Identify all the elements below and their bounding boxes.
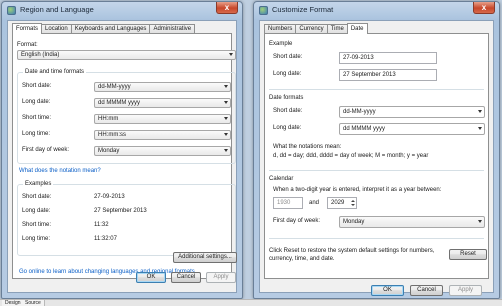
format-value: English (India)	[21, 52, 60, 58]
examples-group-title: Examples	[23, 181, 54, 187]
short-date-dropdown[interactable]: dd-MM-yyyy	[94, 82, 231, 92]
region-title-bar[interactable]: Region and Language x	[2, 2, 242, 19]
reset-description: Click Reset to restore the system defaul…	[269, 248, 435, 262]
spin-up-icon[interactable]	[351, 200, 355, 202]
notation-text: d, dd = day; ddd, dddd = day of week; M …	[273, 153, 429, 159]
region-language-window: Region and Language x Formats Location K…	[1, 1, 243, 299]
tab-formats[interactable]: Formats	[12, 23, 43, 34]
format-short-date-label: Short date:	[273, 108, 303, 114]
cancel-button[interactable]: Cancel	[171, 272, 201, 283]
format-short-date-combo[interactable]: dd-MM-yyyy	[339, 106, 485, 118]
first-day-dropdown[interactable]: Monday	[94, 146, 231, 156]
year-to-stepper[interactable]: 2029	[327, 197, 357, 209]
date-time-group: Date and time formats Short date: dd-MM-…	[17, 69, 236, 164]
example-short-date-field: 27-09-2013	[339, 52, 437, 64]
short-date-label: Short date:	[22, 83, 52, 89]
short-time-value: HH:mm	[98, 116, 119, 122]
customize-client-area: Numbers Currency Time Date Example Short…	[259, 20, 494, 296]
format-long-date-combo[interactable]: dd MMMM yyyy	[339, 123, 485, 135]
example-heading: Example	[269, 41, 293, 47]
year-to-value: 2029	[331, 200, 345, 206]
example-short-date-value: 27-09-2013	[94, 194, 125, 200]
formats-panel: Format: English (India) Date and time fo…	[12, 33, 237, 279]
examples-group: Examples Short date: 27-09-2013 Long dat…	[17, 181, 236, 256]
format-long-date-label: Long date:	[273, 125, 302, 131]
close-button[interactable]: x	[216, 2, 238, 14]
divider	[269, 89, 484, 90]
example-short-date-label: Short date:	[22, 194, 52, 200]
notation-title: What the notations mean:	[273, 144, 342, 150]
format-dropdown[interactable]: English (India)	[17, 50, 236, 60]
short-time-label: Short time:	[22, 115, 52, 121]
chevron-down-icon	[224, 85, 228, 88]
notation-link[interactable]: What does the notation mean?	[19, 168, 101, 174]
calendar-description: When a two-digit year is entered, interp…	[273, 187, 442, 193]
tab-date[interactable]: Date	[346, 23, 368, 34]
example-long-date-value: 27 September 2013	[94, 208, 147, 214]
format-long-date-value: dd MMMM yyyy	[343, 126, 385, 132]
ok-button[interactable]: OK	[136, 272, 166, 283]
example-long-time-value: 11:32:07	[94, 236, 117, 242]
online-learn-link[interactable]: Go online to learn about changing langua…	[19, 269, 195, 275]
example-short-time-value: 11:32	[94, 222, 109, 228]
example-short-time-label: Short time:	[22, 222, 52, 228]
first-day-label: First day of week:	[22, 147, 70, 153]
customize-title-bar[interactable]: Customize Format x	[254, 2, 499, 19]
globe-icon	[7, 6, 16, 15]
short-time-dropdown[interactable]: HH:mm	[94, 114, 231, 124]
apply-button[interactable]: Apply	[449, 285, 482, 296]
chevron-down-icon	[224, 117, 228, 120]
example-long-date-label: Long date:	[273, 71, 302, 77]
long-date-dropdown[interactable]: dd MMMM yyyy	[94, 98, 231, 108]
divider	[269, 238, 484, 239]
region-client-area: Formats Location Keyboards and Languages…	[7, 20, 237, 293]
additional-settings-button[interactable]: Additional settings...	[173, 252, 237, 263]
chevron-down-icon	[229, 53, 233, 56]
example-long-date-label: Long date:	[22, 208, 51, 214]
spin-down-icon[interactable]	[351, 204, 355, 206]
reset-button[interactable]: Reset	[449, 249, 487, 260]
first-day-dropdown[interactable]: Monday	[339, 216, 485, 228]
chevron-down-icon	[224, 133, 228, 136]
window-title: Region and Language	[20, 5, 94, 14]
chevron-down-icon	[478, 220, 482, 223]
ok-button[interactable]: OK	[371, 285, 404, 296]
format-label: Format:	[17, 42, 38, 48]
divider	[269, 170, 484, 171]
first-day-label: First day of week:	[273, 218, 321, 224]
date-time-group-title: Date and time formats	[23, 69, 87, 75]
chevron-down-icon	[478, 110, 482, 113]
format-short-date-value: dd-MM-yyyy	[343, 109, 376, 115]
calendar-heading: Calendar	[269, 176, 294, 182]
window-title: Customize Format	[272, 5, 334, 14]
chevron-down-icon	[224, 149, 228, 152]
short-date-value: dd-MM-yyyy	[98, 84, 131, 90]
long-date-label: Long date:	[22, 99, 51, 105]
example-short-date-label: Short date:	[273, 54, 303, 60]
and-label: and	[309, 200, 320, 206]
example-long-time-label: Long time:	[22, 236, 51, 242]
tab-source[interactable]: Source	[22, 300, 45, 306]
globe-icon	[259, 6, 268, 15]
long-time-value: HH:mm:ss	[98, 132, 126, 138]
date-panel: Example Short date: 27-09-2013 Long date…	[264, 33, 489, 279]
first-day-value: Monday	[98, 148, 120, 154]
customize-format-window: Customize Format x Numbers Currency Time…	[253, 1, 500, 299]
cancel-button[interactable]: Cancel	[410, 285, 443, 296]
date-formats-heading: Date formats	[269, 95, 304, 101]
chevron-down-icon	[478, 127, 482, 130]
long-date-value: dd MMMM yyyy	[98, 100, 140, 106]
long-time-label: Long time:	[22, 131, 51, 137]
example-long-date-field: 27 September 2013	[339, 69, 437, 81]
chevron-down-icon	[224, 101, 228, 104]
long-time-dropdown[interactable]: HH:mm:ss	[94, 130, 231, 140]
bottom-tab-strip: Design Source	[0, 299, 502, 306]
first-day-value: Monday	[343, 219, 365, 225]
apply-button[interactable]: Apply	[206, 272, 236, 283]
close-button[interactable]: x	[473, 2, 495, 14]
year-from-field: 1930	[273, 197, 303, 209]
